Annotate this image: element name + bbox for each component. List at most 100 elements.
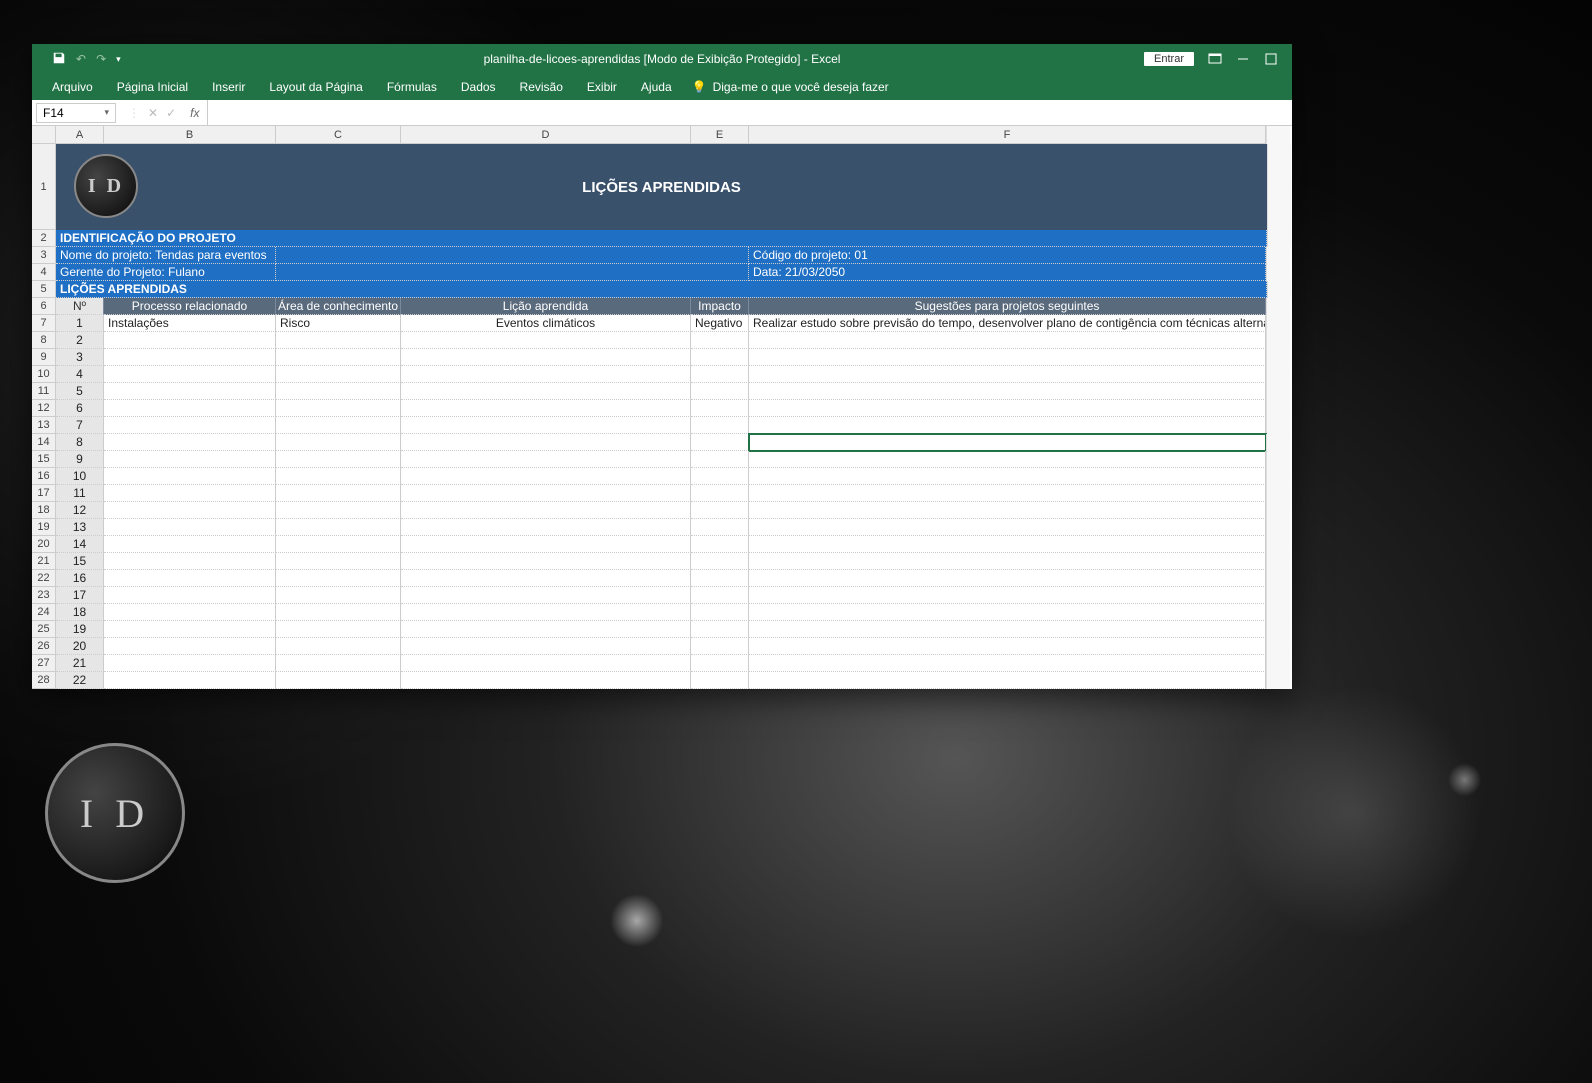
cell-impact[interactable] (691, 451, 749, 468)
undo-icon[interactable]: ↶ (76, 52, 86, 66)
project-code[interactable]: Código do projeto: 01 (749, 247, 1266, 264)
cell-num[interactable]: 7 (56, 417, 104, 434)
ribbon-display-icon[interactable] (1208, 52, 1222, 66)
cell-process[interactable] (104, 400, 276, 417)
cell-process[interactable] (104, 553, 276, 570)
row-header-6[interactable]: 6 (32, 298, 56, 315)
cell-suggest[interactable] (749, 434, 1266, 451)
row-header-19[interactable]: 19 (32, 519, 56, 536)
cell-process[interactable] (104, 672, 276, 689)
cell-num[interactable]: 21 (56, 655, 104, 672)
cell-process[interactable] (104, 604, 276, 621)
cell-process[interactable] (104, 485, 276, 502)
project-date[interactable]: Data: 21/03/2050 (749, 264, 1266, 281)
cell-lesson[interactable] (401, 638, 691, 655)
cell-process[interactable] (104, 621, 276, 638)
cell-process[interactable] (104, 451, 276, 468)
cell-suggest[interactable] (749, 332, 1266, 349)
cell-impact[interactable] (691, 400, 749, 417)
row-header-5[interactable]: 5 (32, 281, 56, 298)
row-header-22[interactable]: 22 (32, 570, 56, 587)
cell-lesson[interactable] (401, 383, 691, 400)
cell-lesson[interactable] (401, 672, 691, 689)
row-header-25[interactable]: 25 (32, 621, 56, 638)
cell-lesson[interactable] (401, 570, 691, 587)
cell-area[interactable] (276, 451, 401, 468)
cell-area[interactable] (276, 604, 401, 621)
cell-impact[interactable] (691, 383, 749, 400)
cell-suggest[interactable] (749, 536, 1266, 553)
cell-process[interactable] (104, 570, 276, 587)
col-header-b[interactable]: B (104, 126, 276, 144)
project-manager-label[interactable]: Gerente do Projeto: Fulano (56, 264, 276, 281)
cell-process[interactable] (104, 349, 276, 366)
cell-area[interactable] (276, 332, 401, 349)
col-header-f[interactable]: F (749, 126, 1266, 144)
row-header-12[interactable]: 12 (32, 400, 56, 417)
cell-impact[interactable] (691, 332, 749, 349)
cell-lesson[interactable] (401, 417, 691, 434)
cell-num[interactable]: 4 (56, 366, 104, 383)
cell-lesson[interactable] (401, 536, 691, 553)
cell-process[interactable] (104, 366, 276, 383)
cell-process[interactable] (104, 417, 276, 434)
row-header-27[interactable]: 27 (32, 655, 56, 672)
cell-lesson[interactable] (401, 349, 691, 366)
tab-home[interactable]: Página Inicial (105, 75, 200, 99)
cell-suggest[interactable] (749, 672, 1266, 689)
row-header-23[interactable]: 23 (32, 587, 56, 604)
tab-file[interactable]: Arquivo (40, 75, 105, 99)
cell-impact[interactable] (691, 502, 749, 519)
sheet-title-banner[interactable]: I D LIÇÕES APRENDIDAS (56, 144, 1267, 230)
cell-area[interactable] (276, 587, 401, 604)
row-header-28[interactable]: 28 (32, 672, 56, 689)
row-header-7[interactable]: 7 (32, 315, 56, 332)
tab-view[interactable]: Exibir (575, 75, 629, 99)
cell-impact[interactable] (691, 638, 749, 655)
row-header-8[interactable]: 8 (32, 332, 56, 349)
th-lesson[interactable]: Lição aprendida (401, 298, 691, 315)
cell-suggest[interactable] (749, 621, 1266, 638)
cell-suggest[interactable] (749, 502, 1266, 519)
cell-impact[interactable] (691, 604, 749, 621)
name-box[interactable]: F14 ▾ (36, 103, 116, 123)
tab-insert[interactable]: Inserir (200, 75, 257, 99)
cell-num[interactable]: 8 (56, 434, 104, 451)
cell-suggest[interactable] (749, 570, 1266, 587)
cell-num[interactable]: 12 (56, 502, 104, 519)
cell-suggest[interactable] (749, 366, 1266, 383)
section-lessons[interactable]: LIÇÕES APRENDIDAS (56, 281, 1267, 298)
signin-button[interactable]: Entrar (1144, 52, 1194, 66)
cell-impact[interactable] (691, 349, 749, 366)
row-header-13[interactable]: 13 (32, 417, 56, 434)
cell-num[interactable]: 1 (56, 315, 104, 332)
cell-area[interactable] (276, 536, 401, 553)
cell-lesson[interactable] (401, 451, 691, 468)
row-header-21[interactable]: 21 (32, 553, 56, 570)
save-icon[interactable] (52, 51, 66, 68)
tell-me-search[interactable]: 💡 Diga-me o que você deseja fazer (692, 80, 889, 94)
row-header-18[interactable]: 18 (32, 502, 56, 519)
cell-num[interactable]: 10 (56, 468, 104, 485)
col-header-c[interactable]: C (276, 126, 401, 144)
cell-impact[interactable] (691, 468, 749, 485)
cell-process[interactable] (104, 502, 276, 519)
th-impact[interactable]: Impacto (691, 298, 749, 315)
cell-area[interactable] (276, 553, 401, 570)
cell-num[interactable]: 18 (56, 604, 104, 621)
cell-area[interactable] (276, 468, 401, 485)
cell-num[interactable]: 3 (56, 349, 104, 366)
select-all-corner[interactable] (32, 126, 56, 144)
cell-lesson[interactable] (401, 604, 691, 621)
cell-process[interactable] (104, 383, 276, 400)
cell-suggest[interactable] (749, 400, 1266, 417)
cell-impact[interactable] (691, 434, 749, 451)
cell-area[interactable] (276, 621, 401, 638)
chevron-down-icon[interactable]: ▾ (104, 107, 109, 118)
cell-area[interactable]: Risco (276, 315, 401, 332)
cell-lesson[interactable] (401, 655, 691, 672)
cell-lesson[interactable] (401, 587, 691, 604)
cell-num[interactable]: 22 (56, 672, 104, 689)
project-manager-value[interactable] (276, 264, 749, 281)
cell-area[interactable] (276, 383, 401, 400)
